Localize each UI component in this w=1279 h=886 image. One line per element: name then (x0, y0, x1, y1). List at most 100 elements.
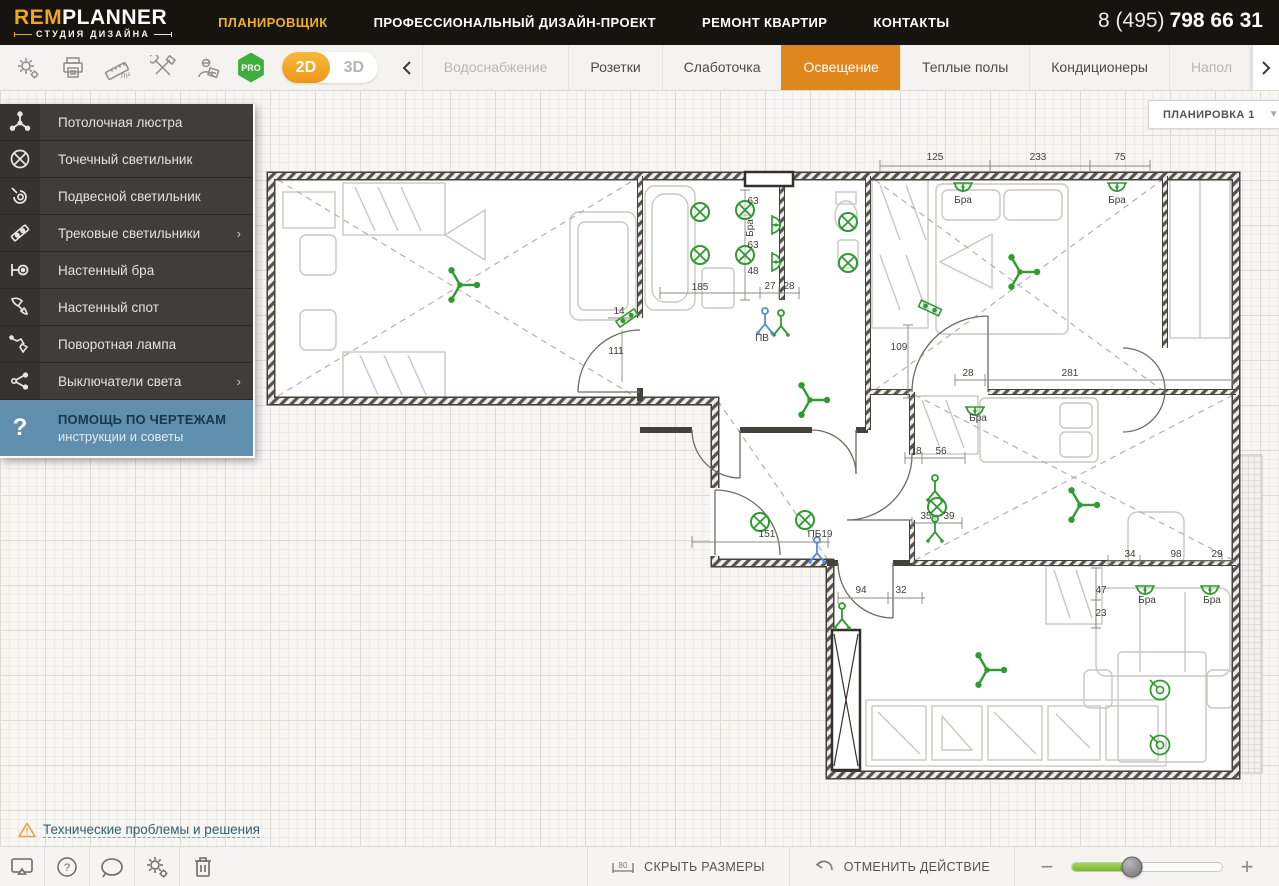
zoom-control: − + (1014, 847, 1279, 886)
wallspot-icon (0, 289, 40, 325)
svg-text:m²: m² (121, 71, 131, 80)
main-nav: ПЛАНИРОВЩИК ПРОФЕССИОНАЛЬНЫЙ ДИЗАЙН-ПРОЕК… (218, 15, 995, 30)
tab-теплые полы[interactable]: Теплые полы (899, 45, 1029, 90)
tabs-scroll-left-icon[interactable] (392, 45, 422, 90)
dimension-label: 23 (1095, 608, 1107, 619)
dimension-label: Бра (745, 219, 756, 237)
dimension-label: 35 (920, 511, 932, 522)
dimension-label: 28 (783, 281, 795, 292)
vent-shaft-top (743, 170, 795, 188)
bra-icon (0, 252, 40, 288)
dimension-label: 47 (1095, 585, 1107, 596)
tools-icon[interactable] (146, 51, 180, 85)
sidebar-item-4[interactable]: Настенный бра (0, 252, 253, 289)
settings-icon[interactable] (11, 51, 45, 85)
light-spot[interactable] (690, 202, 710, 222)
pendant-icon (0, 178, 40, 214)
dimension-label: Бра (954, 195, 972, 206)
sidebar-item-label: Настенный бра (58, 262, 155, 278)
layout-selector[interactable]: ПЛАНИРОВКА 1 ▼ (1148, 100, 1279, 129)
nav-item-3[interactable]: КОНТАКТЫ (873, 15, 949, 30)
tab-напол[interactable]: Напол (1168, 45, 1253, 90)
tab-слаботочка[interactable]: Слаботочка (661, 45, 782, 90)
zoom-slider-knob[interactable] (1121, 856, 1143, 878)
logo-dash-left (14, 31, 32, 37)
present-icon[interactable] (0, 847, 45, 886)
dimension-label: 56 (935, 446, 947, 457)
dimension-label: 63 (747, 240, 759, 251)
remplanner-logo[interactable]: REMPLANNER СТУДИЯ ДИЗАЙНА (14, 5, 173, 39)
dimension-label: 98 (1170, 549, 1182, 560)
sidebar-item-0[interactable]: Потолочная люстра (0, 104, 253, 141)
settings-icon[interactable] (135, 847, 180, 886)
dimension-label: 18 (910, 446, 922, 457)
dimension-label: Бра (1138, 595, 1156, 606)
tab-розетки[interactable]: Розетки (568, 45, 661, 90)
logo-title: REMPLANNER (14, 5, 168, 29)
toolbar-icons: m² (0, 51, 225, 85)
chevron-right-icon: › (236, 225, 241, 241)
nav-item-2[interactable]: РЕМОНТ КВАРТИР (702, 15, 827, 30)
help-icon[interactable]: ? (45, 847, 90, 886)
light-spot[interactable] (795, 510, 815, 530)
dimension-label: 233 (1030, 152, 1047, 163)
tab-кондиционеры[interactable]: Кондиционеры (1029, 45, 1169, 90)
tech-problems-link[interactable]: ! Технические проблемы и решения (18, 822, 260, 838)
tabs-scroll-right-icon[interactable] (1253, 45, 1279, 90)
sidebar-item-2[interactable]: Подвесной светильник (0, 178, 253, 215)
nav-item-1[interactable]: ПРОФЕССИОНАЛЬНЫЙ ДИЗАЙН-ПРОЕКТ (374, 15, 656, 30)
sidebar-item-label: Трековые светильники (58, 225, 201, 241)
dimension-label: 63 (747, 196, 759, 207)
dimension-label: 125 (927, 152, 944, 163)
view-2d-button[interactable]: 2D (281, 52, 330, 83)
trash-icon[interactable] (180, 847, 225, 886)
tab-водоснабжение[interactable]: Водоснабжение (421, 45, 569, 90)
logo-dash-right (154, 31, 173, 37)
dimension-label: 151 (759, 529, 776, 540)
area-icon[interactable]: m² (101, 51, 135, 85)
footer-icons: ? (0, 847, 225, 886)
foreman-icon[interactable] (191, 51, 225, 85)
svg-text:!: ! (26, 827, 29, 837)
sidebar-item-5[interactable]: Настенный спот (0, 289, 253, 326)
svg-text:80: 80 (619, 861, 628, 870)
sidebar-help-item[interactable]: ? ПОМОЩЬ ПО ЧЕРТЕЖАМ инструкции и советы (0, 400, 253, 456)
light-spot[interactable] (838, 253, 858, 273)
light-spot[interactable] (838, 212, 858, 232)
undo-button[interactable]: ОТМЕНИТЬ ДЕЙСТВИЕ (788, 847, 1014, 886)
light-spot[interactable] (690, 245, 710, 265)
print-icon[interactable] (56, 51, 90, 85)
dimension-label: 34 (1124, 549, 1136, 560)
track-icon (0, 215, 40, 251)
pro-badge[interactable]: PRO (238, 52, 264, 83)
chat-icon[interactable] (90, 847, 135, 886)
zoom-in-button[interactable]: + (1235, 856, 1259, 878)
sidebar-item-label: Точечный светильник (58, 151, 193, 167)
tab-освещение[interactable]: Освещение (781, 45, 900, 90)
phone-number[interactable]: 8 (495) 798 66 31 (1098, 9, 1263, 33)
view-3d-button[interactable]: 3D (330, 52, 378, 83)
dimension-label: 75 (1114, 152, 1126, 163)
toolbar: m² PRO 2D 3D Водоснабжение Розетки Слабото… (0, 45, 1279, 91)
sidebar-item-1[interactable]: Точечный светильник (0, 141, 253, 178)
dimension-label: 281 (1062, 368, 1079, 379)
zoom-out-button[interactable]: − (1035, 856, 1059, 878)
bottom-toolbar: ? 80 СКРЫТЬ РАЗМЕРЫ ОТМЕНИТЬ ДЕЙСТВИЕ − (0, 846, 1279, 886)
sidebar-item-label: Поворотная лампа (58, 336, 177, 352)
sidebar-item-6[interactable]: Поворотная лампа (0, 326, 253, 363)
dimension-label: 111 (608, 346, 624, 357)
view-toggle: 2D 3D (281, 52, 378, 83)
dimension-label: 32 (895, 585, 907, 596)
sidebar-item-3[interactable]: Трековые светильники › (0, 215, 253, 252)
dimension-label: 27 (764, 281, 776, 292)
dimension-label: 14 (613, 306, 625, 317)
dimension-label: 39 (943, 511, 955, 522)
hide-dimensions-button[interactable]: 80 СКРЫТЬ РАЗМЕРЫ (587, 847, 789, 886)
sidebar-list: Потолочная люстра Точечный светильник Подв… (0, 104, 253, 400)
dimension-label: 48 (747, 266, 759, 277)
nav-item-0[interactable]: ПЛАНИРОВЩИК (218, 15, 328, 30)
sidebar-item-7[interactable]: Выключатели света › (0, 363, 253, 400)
sidebar-item-label: Подвесной светильник (58, 188, 201, 204)
sidebar-item-label: Выключатели света (58, 373, 182, 389)
zoom-slider[interactable] (1071, 856, 1223, 878)
